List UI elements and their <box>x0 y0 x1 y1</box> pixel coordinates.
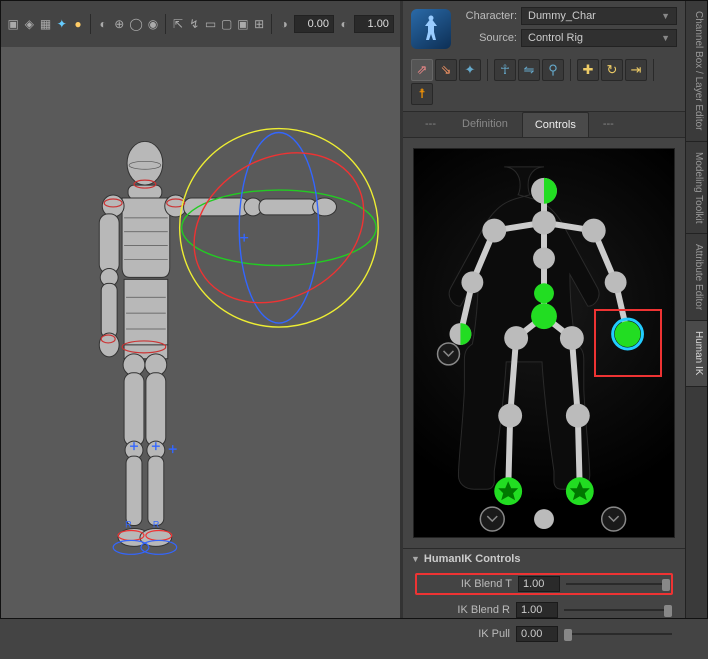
humanik-logo-icon <box>411 9 451 49</box>
gamma-icon[interactable]: ◐ <box>338 17 350 31</box>
sidetab-modeling-toolkit[interactable]: Modeling Toolkit <box>686 142 707 235</box>
rig-svg <box>414 149 674 537</box>
exposure-icon[interactable]: ◑ <box>278 17 290 31</box>
humanik-controls-header[interactable]: ▼ HumanIK Controls <box>403 548 685 569</box>
viewport-canvas[interactable]: R R <box>1 47 400 618</box>
light-icon[interactable]: ✦ <box>56 17 68 31</box>
tab-extra-2[interactable]: --- <box>591 112 626 137</box>
bulb-icon[interactable]: ● <box>72 17 84 31</box>
character-label: Character: <box>457 10 521 22</box>
svg-text:R: R <box>153 520 160 530</box>
key-body-icon[interactable]: ⇥ <box>625 59 647 81</box>
mirror-icon[interactable]: ⇋ <box>518 59 540 81</box>
shading-textured-icon[interactable]: ◉ <box>147 17 159 31</box>
sidetab-humanik[interactable]: Human IK <box>686 321 707 386</box>
ik-blend-t-label: IK Blend T <box>418 578 512 590</box>
ik-blend-t-row: IK Blend T 1.00 <box>415 573 673 595</box>
svg-text:R: R <box>125 520 132 530</box>
resolution-gate-icon[interactable]: ▢ <box>221 17 233 31</box>
grid-icon[interactable]: ▦ <box>39 17 51 31</box>
source-label: Source: <box>457 32 521 44</box>
disclosure-triangle-icon: ▼ <box>411 554 420 564</box>
ik-blend-t-slider[interactable] <box>566 577 670 591</box>
key-all-icon[interactable]: ✚ <box>577 59 599 81</box>
stance-pose-icon[interactable]: ☥ <box>494 59 516 81</box>
film-gate-icon[interactable]: ▣ <box>237 17 249 31</box>
shading-smooth-icon[interactable]: ◐ <box>97 17 109 31</box>
snap-icon[interactable]: ▭ <box>204 17 216 31</box>
ik-blend-r-label: IK Blend R <box>416 604 510 616</box>
ik-pull-row: IK Pull 0.00 <box>415 625 673 643</box>
camera-select-icon[interactable]: ▣ <box>7 17 19 31</box>
skeleton-mode-icon[interactable]: ✦ <box>459 59 481 81</box>
ik-pull-label: IK Pull <box>416 628 510 640</box>
key-selected-icon[interactable]: ↻ <box>601 59 623 81</box>
source-dropdown[interactable]: Control Rig ▼ <box>521 29 677 47</box>
ik-blend-r-row: IK Blend R 1.00 <box>415 601 673 619</box>
humanik-panel: Character: Dummy_Char ▼ Source: Control … <box>403 1 685 618</box>
xray-icon[interactable]: ↯ <box>188 17 200 31</box>
ik-blend-r-slider[interactable] <box>564 603 672 617</box>
shading-flat-icon[interactable]: ◯ <box>129 17 142 31</box>
ik-pull-slider[interactable] <box>564 627 672 641</box>
control-rig-viewer[interactable] <box>413 148 675 538</box>
fullbody-ik-icon[interactable]: ⇗ <box>411 59 433 81</box>
sidetab-channel-box[interactable]: Channel Box / Layer Editor <box>686 1 707 142</box>
safe-area-icon[interactable]: ⊞ <box>253 17 265 31</box>
sidetab-attribute-editor[interactable]: Attribute Editor <box>686 234 707 321</box>
viewport-toolbar: ▣ ◈ ▦ ✦ ● ◐ ⊕ ◯ ◉ ⇱ ↯ ▭ ▢ ▣ ⊞ ◑ 0.00 ◐ 1… <box>1 1 400 47</box>
shading-wire-icon[interactable]: ⊕ <box>113 17 125 31</box>
gamma-value[interactable]: 1.00 <box>354 15 394 33</box>
exposure-value[interactable]: 0.00 <box>294 15 334 33</box>
ik-blend-t-value[interactable]: 1.00 <box>518 576 560 592</box>
hik-tool-strip: ⇗ ⇘ ✦ ☥ ⇋ ⚲ ✚ ↻ ⇥ ☨ <box>403 55 685 112</box>
tab-definition[interactable]: Definition <box>450 112 520 137</box>
side-tab-bar: Channel Box / Layer Editor Modeling Tool… <box>685 1 707 618</box>
pin-icon[interactable]: ⚲ <box>542 59 564 81</box>
character-dropdown[interactable]: Dummy_Char ▼ <box>521 7 677 25</box>
ik-pull-value[interactable]: 0.00 <box>516 626 558 642</box>
chevron-down-icon: ▼ <box>661 33 670 43</box>
chevron-down-icon: ▼ <box>661 11 670 21</box>
hik-tabs: --- Definition Controls --- <box>403 112 685 138</box>
isolate-icon[interactable]: ⇱ <box>172 17 184 31</box>
effector-icon[interactable]: ☨ <box>411 83 433 105</box>
body-part-ik-icon[interactable]: ⇘ <box>435 59 457 81</box>
humanik-controls-body: IK Blend T 1.00 IK Blend R 1.00 IK Pull … <box>403 569 685 659</box>
bookmark-icon[interactable]: ◈ <box>23 17 35 31</box>
viewport-3d[interactable]: ▣ ◈ ▦ ✦ ● ◐ ⊕ ◯ ◉ ⇱ ↯ ▭ ▢ ▣ ⊞ ◑ 0.00 ◐ 1… <box>1 1 403 618</box>
ik-blend-r-value[interactable]: 1.00 <box>516 602 558 618</box>
viewport-svg: R R <box>1 47 400 618</box>
tab-controls[interactable]: Controls <box>522 112 589 137</box>
tab-extra-1[interactable]: --- <box>413 112 448 137</box>
